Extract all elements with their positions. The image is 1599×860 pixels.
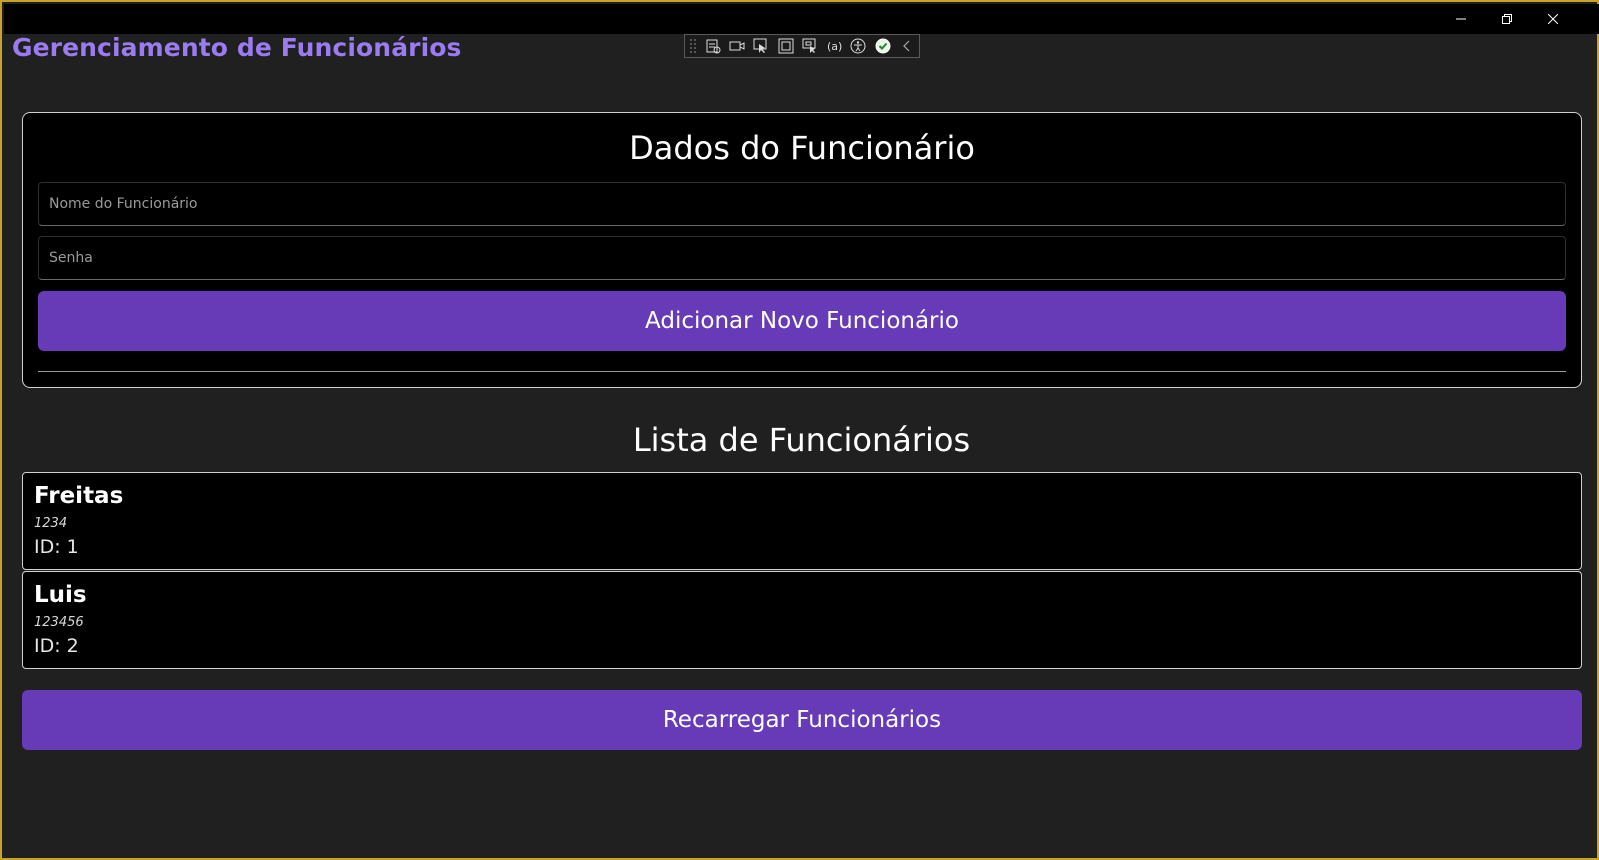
restore-button[interactable]	[1484, 4, 1530, 34]
minimize-button[interactable]	[1438, 4, 1484, 34]
password-input[interactable]	[38, 236, 1566, 280]
employee-list-title: Lista de Funcionários	[632, 421, 971, 459]
app-window: Gerenciamento de Funcionários (a) Dados …	[0, 0, 1599, 860]
form-divider	[38, 371, 1566, 372]
svg-text:(a): (a)	[827, 40, 842, 53]
employee-id: ID: 2	[34, 635, 79, 657]
restore-icon	[1502, 14, 1512, 24]
binding-failures-icon[interactable]: (a)	[822, 35, 846, 57]
minimize-icon	[1456, 14, 1466, 24]
go-to-live-visual-tree-icon[interactable]	[701, 35, 725, 57]
close-icon	[1548, 14, 1558, 24]
collapse-toolbar-icon[interactable]	[895, 35, 919, 57]
reload-employees-button[interactable]: Recarregar Funcionários	[22, 690, 1582, 750]
employee-password: 123456	[34, 615, 84, 630]
display-runtime-tools-icon[interactable]	[725, 35, 749, 57]
display-layout-adorners-icon[interactable]	[774, 35, 798, 57]
add-employee-button[interactable]: Adicionar Novo Funcionário	[38, 291, 1566, 351]
toolbar-grip[interactable]	[689, 38, 697, 54]
accessibility-scan-icon[interactable]	[846, 35, 870, 57]
employee-list-item[interactable]: Luis 123456 ID: 2	[22, 571, 1582, 669]
select-element-icon[interactable]	[749, 35, 773, 57]
checkmark-icon[interactable]	[871, 35, 895, 57]
employee-id: ID: 1	[34, 536, 79, 558]
employee-name: Freitas	[34, 483, 124, 509]
employee-name: Luis	[34, 582, 87, 608]
form-title: Dados do Funcionário	[629, 129, 975, 167]
title-bar[interactable]	[4, 4, 1599, 34]
close-button[interactable]	[1530, 4, 1576, 34]
employee-name-input[interactable]	[38, 182, 1566, 226]
employee-list-item[interactable]: Freitas 1234 ID: 1	[22, 472, 1582, 570]
app-title: Gerenciamento de Funcionários	[12, 33, 462, 62]
employee-password: 1234	[34, 516, 68, 531]
xaml-debug-toolbar: (a)	[684, 34, 920, 58]
track-focused-element-icon[interactable]	[798, 35, 822, 57]
employee-form-card: Dados do Funcionário Adicionar Novo Func…	[22, 112, 1582, 388]
